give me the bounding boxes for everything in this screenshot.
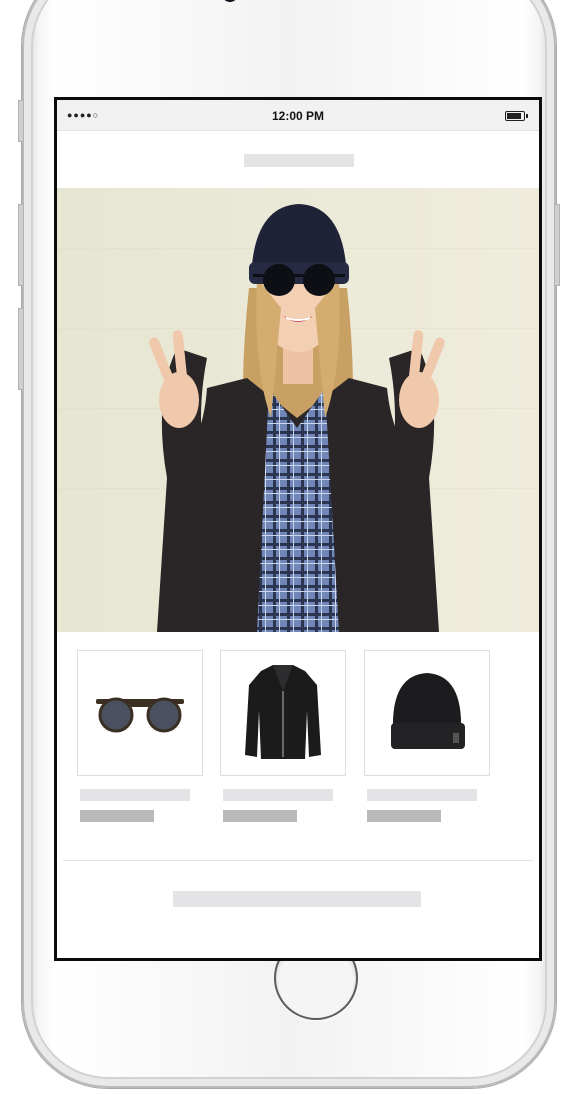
product-price-placeholder <box>367 810 441 822</box>
status-bar: ●●●●○ 12:00 PM <box>57 100 539 131</box>
leather-jacket-icon <box>245 665 321 759</box>
phone-screen: ●●●●○ 12:00 PM <box>54 97 542 961</box>
section-divider <box>63 860 533 861</box>
sunglasses-icon <box>96 697 184 733</box>
page-title-placeholder <box>244 154 354 167</box>
product-tile-jacket[interactable] <box>220 650 346 776</box>
product-name-placeholder <box>367 789 477 801</box>
power-button[interactable] <box>554 204 560 286</box>
product-name-placeholder <box>80 789 190 801</box>
product-tile-beanie[interactable] <box>364 650 490 776</box>
volume-up-button[interactable] <box>18 204 24 286</box>
product-price-placeholder <box>223 810 297 822</box>
volume-down-button[interactable] <box>18 308 24 390</box>
product-name-placeholder <box>223 789 333 801</box>
product-price-placeholder <box>80 810 154 822</box>
battery-full-icon <box>505 111 528 121</box>
front-camera-icon <box>222 0 238 2</box>
mute-switch[interactable] <box>18 100 24 142</box>
beanie-icon <box>391 673 465 749</box>
footer-button-placeholder[interactable] <box>173 891 421 907</box>
hero-image[interactable] <box>57 188 539 632</box>
product-tile-sunglasses[interactable] <box>77 650 203 776</box>
status-time: 12:00 PM <box>271 109 325 123</box>
